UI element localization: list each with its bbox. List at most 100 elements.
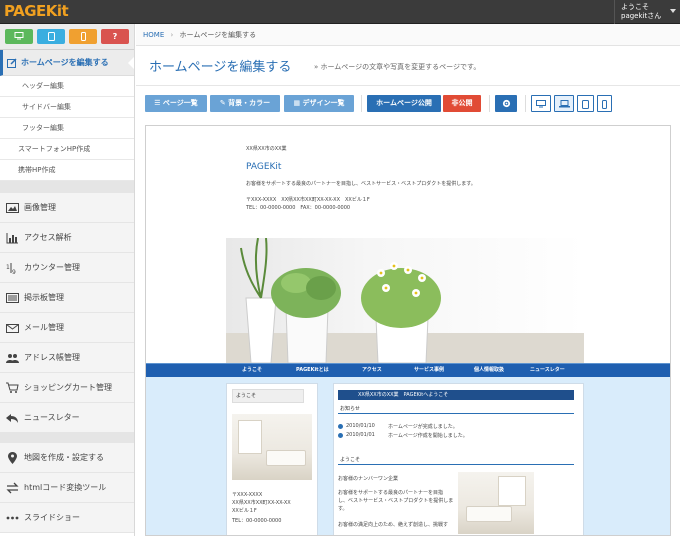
preview-address: 〒XXX-XXXX XX県XX市XX町XX-XX-XX XXビル１F bbox=[246, 197, 370, 203]
desktop-icon bbox=[14, 32, 24, 40]
sidebar-item-label: 掲示板管理 bbox=[24, 293, 64, 302]
button-label: ページ一覧 bbox=[162, 99, 198, 107]
page-subtitle: » ホームページの文章や写真を変更するページです。 bbox=[314, 63, 481, 71]
gear-icon bbox=[502, 99, 510, 108]
sidebar-item-counter[interactable]: 19 カウンター管理 bbox=[0, 253, 134, 283]
preview-nav-item[interactable]: ニュースレター bbox=[530, 366, 565, 373]
preview-nav: ようこそ PAGEKitとは アクセス サービス事例 個人情報取扱 ニュースレタ… bbox=[146, 363, 670, 377]
sidebar-item-smartphone-hp[interactable]: スマートフォンHP作成 bbox=[0, 139, 134, 160]
brush-icon: ✎ bbox=[219, 99, 226, 107]
sidebar-item-map[interactable]: 地図を作成・設定する bbox=[0, 443, 134, 473]
sidebar-item-footer-edit[interactable]: フッター編集 bbox=[0, 118, 134, 139]
sidebar-item-label: ホームページを編集する bbox=[21, 58, 109, 67]
page-title: ホームページを編集する bbox=[149, 60, 292, 75]
svg-text:1: 1 bbox=[6, 264, 10, 271]
smartphone-view-button[interactable] bbox=[69, 29, 97, 44]
sidebar-item-label: カウンター管理 bbox=[24, 263, 80, 272]
users-icon bbox=[6, 354, 19, 363]
breadcrumb-current: ホームページを編集する bbox=[179, 31, 257, 39]
tablet-view-button[interactable] bbox=[37, 29, 65, 44]
page-list-button[interactable]: ☰ ページ一覧 bbox=[145, 95, 207, 112]
preview-tablet-button[interactable] bbox=[577, 95, 594, 112]
top-bar: PAGEKit ようこそ pagekitさん bbox=[0, 0, 680, 24]
sidebar-item-label: アクセス解析 bbox=[24, 233, 72, 242]
body-text: お客様のナンバーワン企業 bbox=[338, 476, 399, 482]
design-list-button[interactable]: ▦ デザイン一覧 bbox=[284, 95, 354, 112]
preview-site-title[interactable]: PAGEKit bbox=[246, 162, 281, 172]
sidebar-item-mobile-hp[interactable]: 携帯HP作成 bbox=[0, 160, 134, 181]
sidebar-item-label: アドレス帳管理 bbox=[24, 353, 80, 362]
preview-hero-image[interactable] bbox=[226, 238, 584, 363]
sidebar-item-label: ニュースレター bbox=[24, 413, 80, 422]
preview-phone: TEL：00-0000-0000 FAX：00-0000-0000 bbox=[246, 205, 351, 211]
smartphone-icon bbox=[80, 32, 86, 41]
sidebar-item-mail[interactable]: メール管理 bbox=[0, 313, 134, 343]
sidebar-item-header-edit[interactable]: ヘッダー編集 bbox=[0, 76, 134, 97]
device-switcher: ? bbox=[0, 24, 134, 50]
settings-button[interactable] bbox=[495, 95, 517, 112]
sidebar-item-address-book[interactable]: アドレス帳管理 bbox=[0, 343, 134, 373]
preview-nav-item[interactable]: サービス事例 bbox=[414, 366, 444, 373]
help-button[interactable]: ? bbox=[101, 29, 129, 44]
sidebar-item-label: 画像管理 bbox=[24, 203, 56, 212]
preview-nav-item[interactable]: アクセス bbox=[362, 366, 382, 373]
breadcrumb-home[interactable]: HOME bbox=[143, 31, 164, 39]
preview-phone-button[interactable] bbox=[597, 95, 612, 112]
side-tel: TEL：00-0000-0000 bbox=[232, 518, 282, 524]
sidebar: ? ホームページを編集する ヘッダー編集 サイドバー編集 フッター編集 スマート… bbox=[0, 24, 135, 536]
cart-icon bbox=[6, 382, 19, 393]
preview-desktop-button[interactable] bbox=[531, 95, 551, 112]
desktop-view-button[interactable] bbox=[5, 29, 33, 44]
preview-laptop-button[interactable] bbox=[554, 95, 574, 112]
ellipsis-icon bbox=[6, 516, 19, 520]
unpublish-button[interactable]: 非公開 bbox=[443, 95, 481, 112]
mail-icon bbox=[6, 324, 19, 333]
sidebar-item-board[interactable]: 掲示板管理 bbox=[0, 283, 134, 313]
exchange-icon bbox=[6, 482, 19, 494]
site-preview[interactable]: XX県XX市のXX業 PAGEKit お客様をサポートする最良のパートナーを目指… bbox=[145, 125, 671, 536]
preview-nav-item[interactable]: 個人情報取扱 bbox=[474, 366, 504, 373]
body-text: お客様の満足向上のため、絶えず創造し、挑戦す bbox=[338, 522, 449, 528]
news-text: ホームページが完成しました。 bbox=[388, 424, 458, 430]
preview-sidebar: ようこそ 〒XXX-XXXX XX県XX市XX町XX-XX-XX XXビル１F … bbox=[226, 383, 318, 535]
preview-pref: XX県XX市のXX業 bbox=[246, 146, 287, 152]
preview-nav-item[interactable]: PAGEKitとは bbox=[296, 366, 329, 373]
image-icon bbox=[6, 203, 19, 213]
sidebar-item-analytics[interactable]: アクセス解析 bbox=[0, 223, 134, 253]
sidebar-item-label: 地図を作成・設定する bbox=[24, 453, 104, 462]
smartphone-icon bbox=[602, 100, 607, 109]
sidebar-item-cart[interactable]: ショッピングカート管理 bbox=[0, 373, 134, 403]
map-marker-icon bbox=[8, 452, 17, 464]
preview-nav-item[interactable]: ようこそ bbox=[242, 366, 262, 373]
room-image bbox=[458, 472, 534, 534]
sidebar-item-label: ショッピングカート管理 bbox=[24, 383, 112, 392]
sidebar-item-slideshow[interactable]: スライドショー bbox=[0, 503, 134, 533]
tablet-icon bbox=[582, 100, 589, 109]
body-text: す。 bbox=[338, 506, 348, 512]
caret-down-icon bbox=[670, 9, 676, 13]
news-date: 2010/01/01 bbox=[346, 432, 375, 438]
sidebar-item-edit-homepage[interactable]: ホームページを編集する bbox=[0, 50, 134, 76]
app-logo[interactable]: PAGEKit bbox=[4, 2, 69, 20]
publish-button[interactable]: ホームページ公開 bbox=[367, 95, 441, 112]
desktop-icon bbox=[536, 100, 546, 108]
sidebar-item-label: htmlコード変換ツール bbox=[24, 483, 107, 492]
bullet-icon bbox=[338, 424, 343, 429]
sidebar-item-sidebar-edit[interactable]: サイドバー編集 bbox=[0, 97, 134, 118]
welcome-heading: XX県XX市のXX業 PAGEKitへようこそ bbox=[338, 390, 574, 400]
laptop-icon bbox=[558, 100, 570, 108]
preview-main-column: XX県XX市のXX業 PAGEKitへようこそ お知らせ 2010/01/10 … bbox=[333, 383, 584, 535]
background-color-button[interactable]: ✎ 背景・カラー bbox=[210, 95, 280, 112]
sidebar-item-newsletter[interactable]: ニュースレター bbox=[0, 403, 134, 433]
button-label: 背景・カラー bbox=[228, 99, 271, 107]
living-room-image bbox=[232, 414, 312, 480]
counter-icon: 19 bbox=[6, 263, 16, 274]
bullet-icon bbox=[338, 433, 343, 438]
sidebar-item-html-tool[interactable]: htmlコード変換ツール bbox=[0, 473, 134, 503]
welcome2-heading: ようこそ bbox=[338, 456, 574, 465]
news-text: ホームページ作成を開始しました。 bbox=[388, 433, 468, 439]
sidebar-item-label: スライドショー bbox=[24, 513, 80, 522]
side-addr: XXビル１F bbox=[232, 508, 257, 514]
sidebar-item-images[interactable]: 画像管理 bbox=[0, 193, 134, 223]
user-menu[interactable]: ようこそ pagekitさん bbox=[614, 0, 680, 24]
